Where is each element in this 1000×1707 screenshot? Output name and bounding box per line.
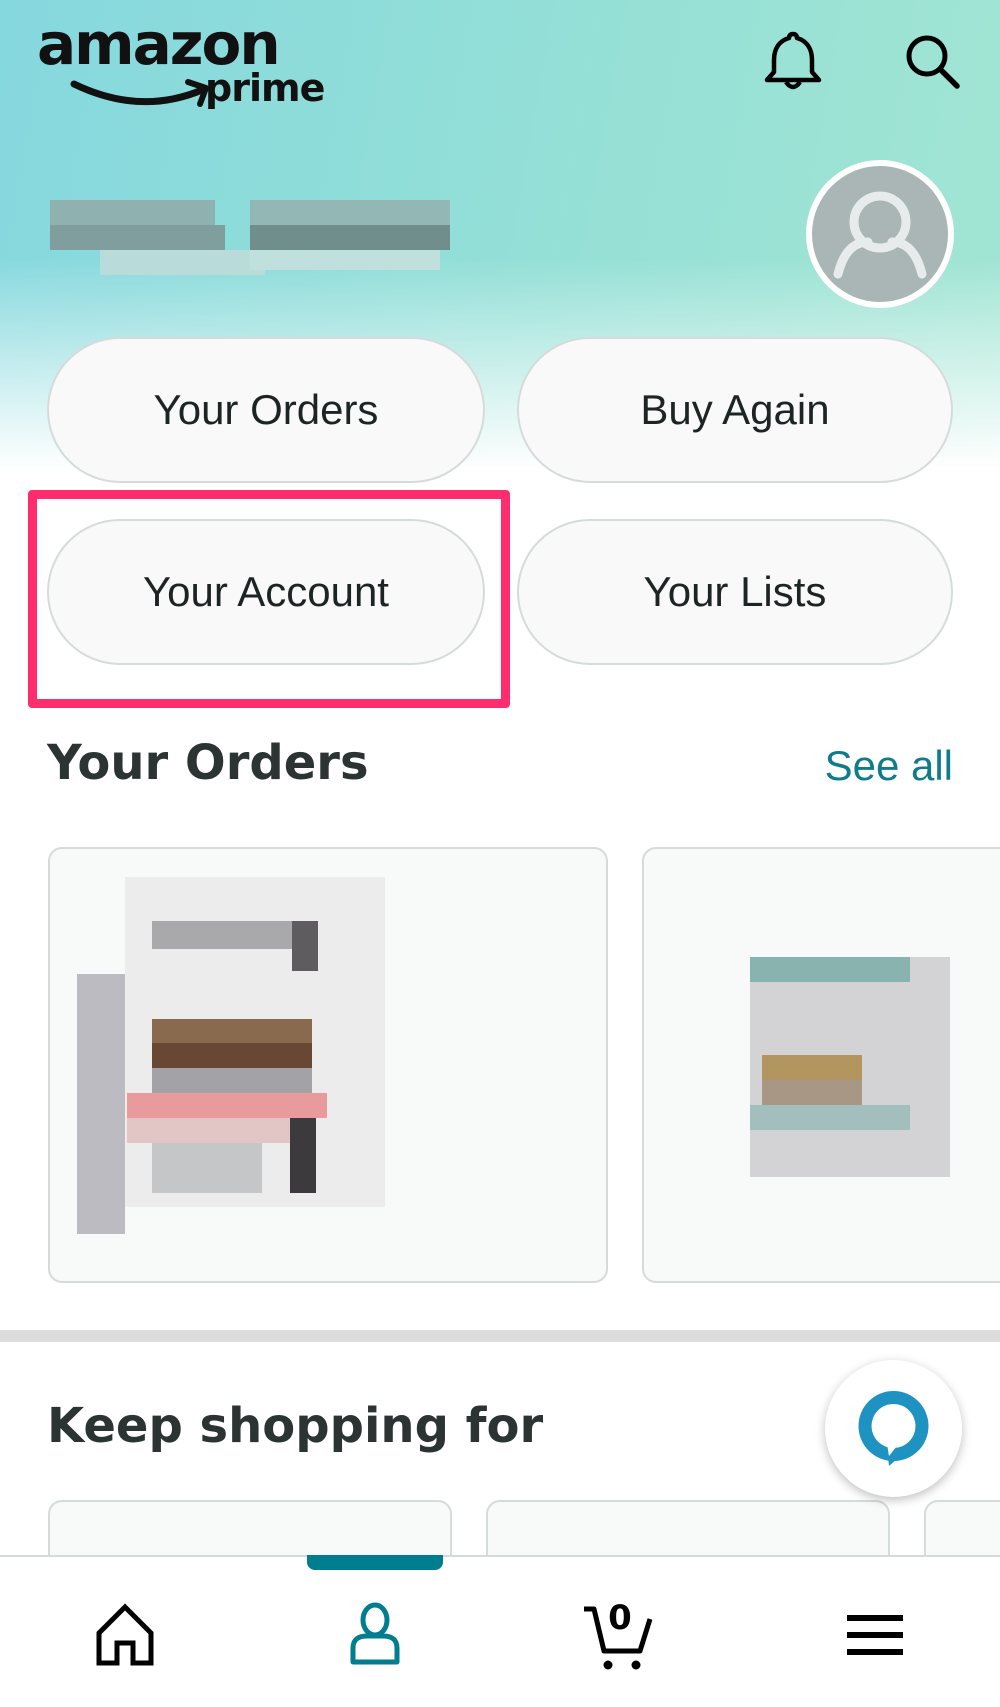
pixel-block	[152, 1068, 312, 1093]
menu-icon	[847, 1615, 903, 1655]
user-name-redacted	[40, 175, 520, 275]
nav-you[interactable]	[315, 1590, 435, 1680]
person-icon	[350, 1602, 400, 1665]
cart-icon: 0	[584, 1598, 653, 1670]
orders-section-title: Your Orders	[47, 735, 369, 791]
search-button[interactable]	[900, 30, 966, 94]
nav-menu[interactable]	[815, 1590, 935, 1680]
notifications-button[interactable]	[760, 26, 826, 96]
pixel-block	[77, 974, 125, 1234]
your-orders-button[interactable]: Your Orders	[47, 337, 485, 483]
highlight-box	[28, 490, 510, 708]
see-all-orders-link[interactable]: See all	[825, 742, 953, 790]
user-avatar-icon	[812, 166, 948, 302]
pixel-block	[152, 1019, 312, 1043]
pixel-block	[762, 1080, 862, 1105]
logo-text-prime: prime	[205, 66, 325, 110]
cart-count: 0	[608, 1598, 632, 1638]
smile-arrow-icon	[70, 79, 209, 107]
buy-again-button[interactable]: Buy Again	[517, 337, 953, 483]
pixel-block	[152, 921, 312, 949]
keep-shopping-title: Keep shopping for	[47, 1398, 544, 1454]
profile-avatar[interactable]	[806, 160, 954, 308]
bell-icon	[764, 31, 822, 90]
section-divider	[0, 1330, 1000, 1342]
order-card[interactable]	[48, 847, 608, 1283]
active-tab-indicator	[307, 1555, 443, 1570]
pixel-block	[762, 1055, 862, 1080]
alexa-button[interactable]	[825, 1360, 962, 1497]
pixel-block	[750, 1105, 910, 1130]
pixel-block	[290, 1118, 316, 1193]
nav-home[interactable]	[65, 1590, 185, 1680]
pixel-block	[750, 957, 910, 982]
pixel-block	[292, 921, 318, 971]
pixel-block	[127, 1118, 297, 1143]
alexa-icon	[858, 1391, 929, 1466]
pixel-block	[152, 1043, 312, 1068]
amazon-prime-logo[interactable]: amazon prime	[37, 10, 337, 113]
nav-cart[interactable]: 0	[565, 1590, 685, 1680]
home-icon	[96, 1603, 154, 1666]
search-icon	[906, 35, 960, 89]
order-card[interactable]	[642, 847, 1000, 1283]
pixel-block	[127, 1093, 327, 1118]
your-lists-button[interactable]: Your Lists	[517, 519, 953, 665]
pixel-block	[152, 1143, 262, 1193]
